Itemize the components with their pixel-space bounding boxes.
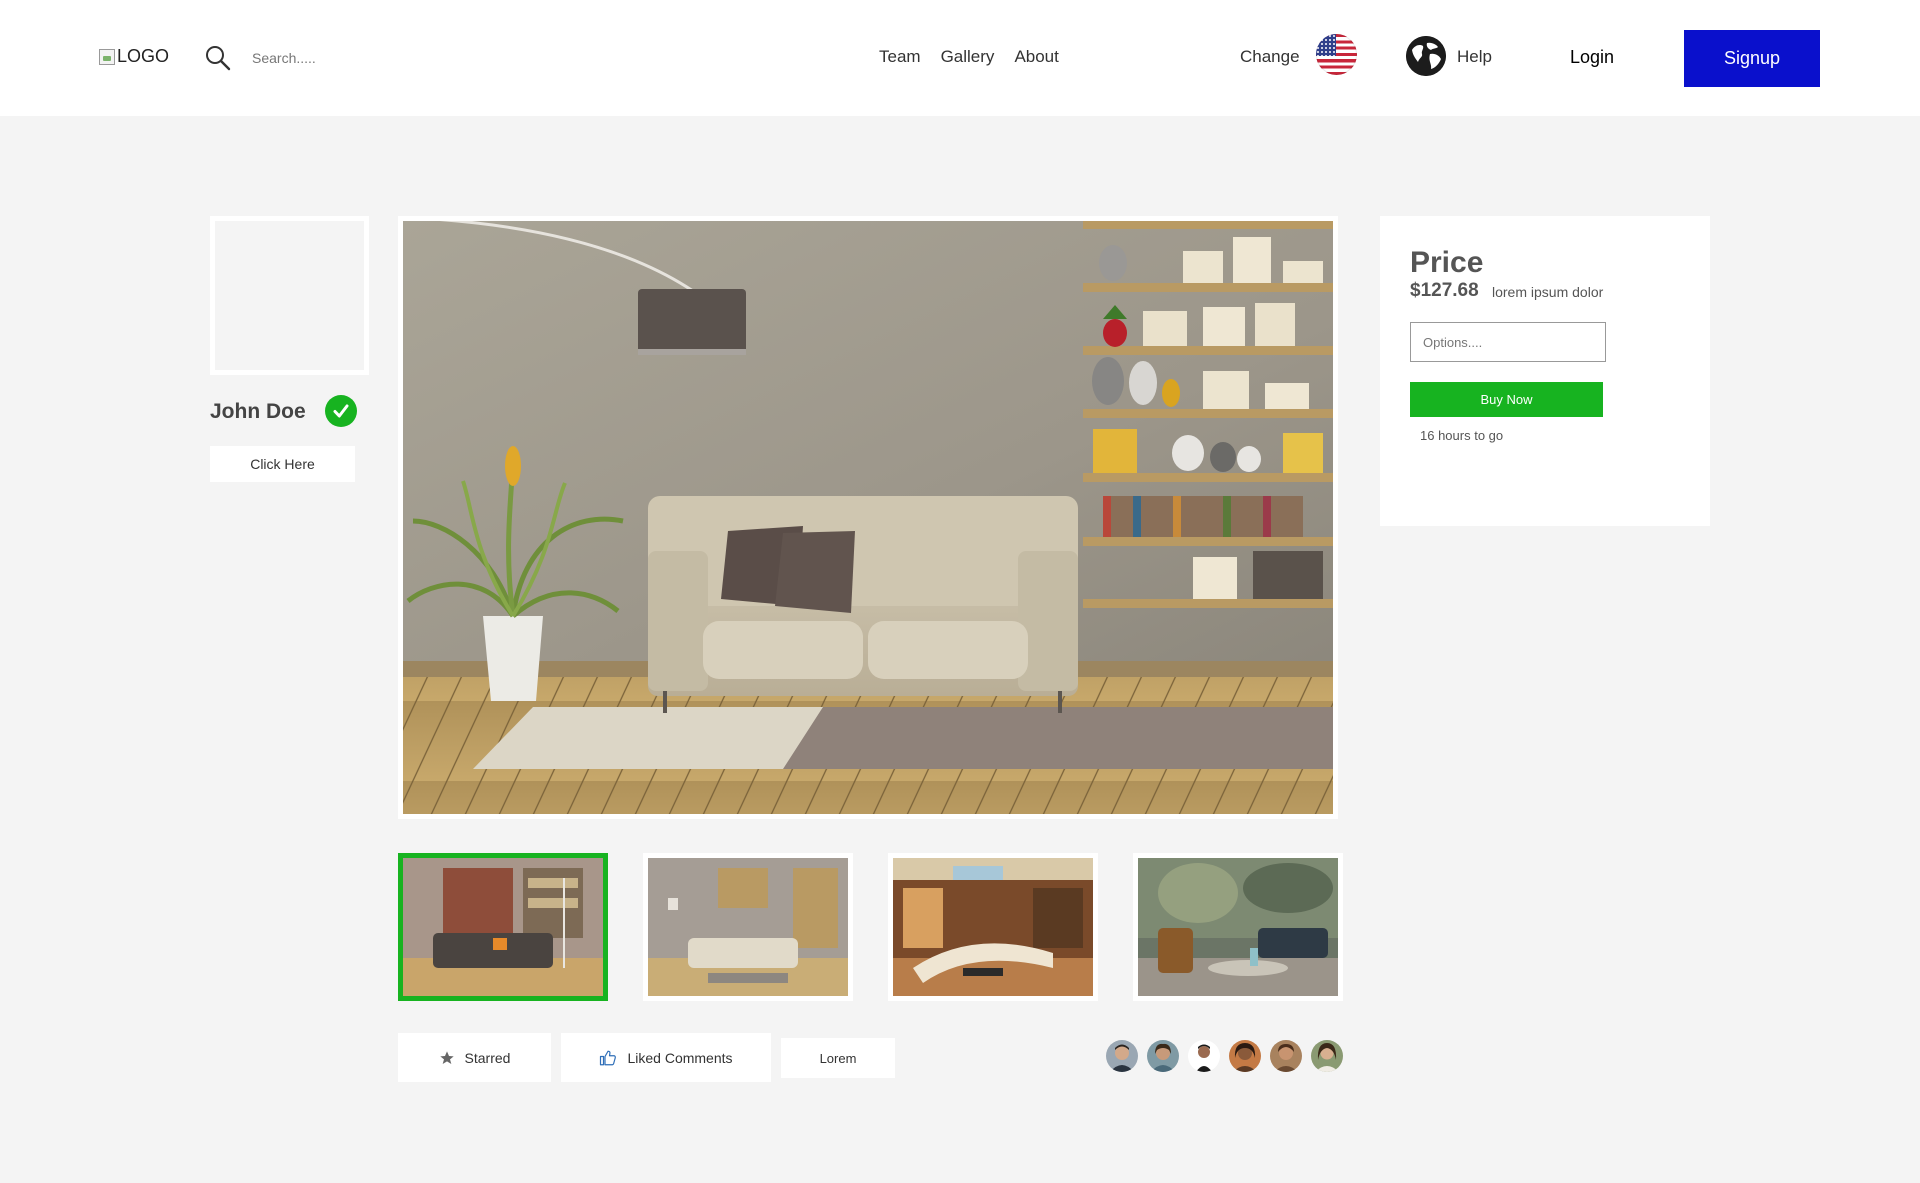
profile-avatar [210, 216, 369, 375]
price-description: lorem ipsum dolor [1492, 284, 1604, 300]
nav-link-team[interactable]: Team [879, 47, 921, 67]
options-input[interactable] [1410, 322, 1606, 362]
main-nav: Team Gallery About [879, 47, 1059, 67]
search-icon[interactable] [204, 44, 232, 72]
lorem-button[interactable]: Lorem [781, 1038, 895, 1078]
broken-image-icon [99, 48, 115, 65]
globe-icon[interactable] [1406, 36, 1446, 76]
us-flag-icon[interactable] [1316, 34, 1357, 75]
liked-comments-label: Liked Comments [627, 1049, 733, 1066]
main-product-image [398, 216, 1338, 819]
person-avatar[interactable] [1106, 1040, 1138, 1072]
thumbnail-image [648, 858, 848, 996]
person-avatar[interactable] [1188, 1040, 1220, 1072]
thumbnail-1[interactable] [398, 853, 608, 1001]
signup-button[interactable]: Signup [1684, 30, 1820, 87]
verified-check-icon [325, 395, 357, 427]
profile-name: John Doe [210, 400, 306, 423]
change-language-label[interactable]: Change [1240, 47, 1300, 67]
starred-label: Starred [464, 1049, 511, 1066]
thumbnail-image [1138, 858, 1338, 996]
thumbnail-3[interactable] [888, 853, 1098, 1001]
logo[interactable]: LOGO [99, 46, 169, 67]
thumbs-up-icon [600, 1050, 617, 1065]
living-room-photo [403, 221, 1333, 814]
thumbnail-image [403, 858, 603, 996]
click-here-button[interactable]: Click Here [210, 446, 355, 482]
starred-button[interactable]: Starred [398, 1033, 551, 1082]
star-icon [439, 1050, 454, 1064]
people-avatars [1106, 1040, 1343, 1072]
thumbnail-2[interactable] [643, 853, 853, 1001]
nav-link-about[interactable]: About [1014, 47, 1058, 67]
person-avatar[interactable] [1311, 1040, 1343, 1072]
person-avatar[interactable] [1270, 1040, 1302, 1072]
person-avatar[interactable] [1229, 1040, 1261, 1072]
price-title: Price [1410, 246, 1484, 279]
liked-comments-button[interactable]: Liked Comments [561, 1033, 771, 1082]
help-link[interactable]: Help [1457, 47, 1492, 67]
time-remaining-text: 16 hours to go [1420, 428, 1504, 443]
price-card: Price $127.68 lorem ipsum dolor Buy Now … [1380, 216, 1710, 526]
buy-now-button[interactable]: Buy Now [1410, 382, 1603, 417]
top-navbar: LOGO Team Gallery About Change Help Logi… [0, 0, 1920, 116]
logo-alt-text: LOGO [117, 46, 170, 66]
nav-link-gallery[interactable]: Gallery [941, 47, 995, 67]
flag-canton [1316, 34, 1336, 56]
thumbnail-image [893, 858, 1093, 996]
sofa [648, 496, 1078, 713]
search-input[interactable] [252, 46, 552, 70]
login-button[interactable]: Login [1570, 47, 1614, 68]
person-avatar[interactable] [1147, 1040, 1179, 1072]
thumbnail-4[interactable] [1133, 853, 1343, 1001]
price-value: $127.68 [1410, 280, 1479, 301]
